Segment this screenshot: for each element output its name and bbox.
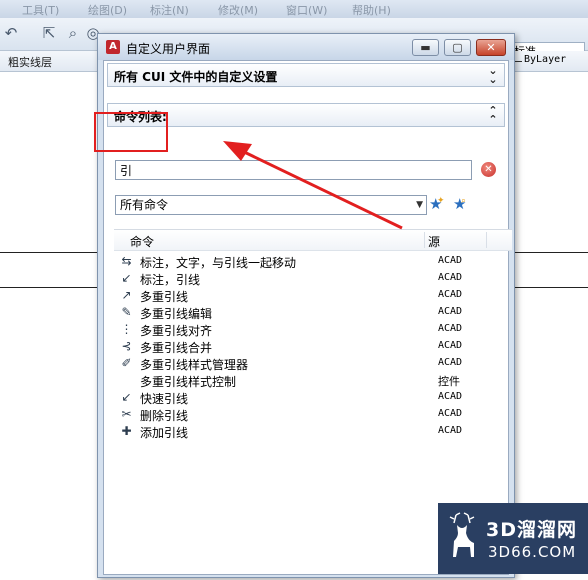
- watermark-logo: 3D溜溜网 3D66.COM: [438, 503, 588, 574]
- annotation-arrow: [223, 141, 403, 230]
- watermark-brand: 3D溜溜网: [486, 519, 577, 541]
- deer-logo-icon: [449, 512, 475, 557]
- watermark-url: 3D66.COM: [488, 543, 577, 561]
